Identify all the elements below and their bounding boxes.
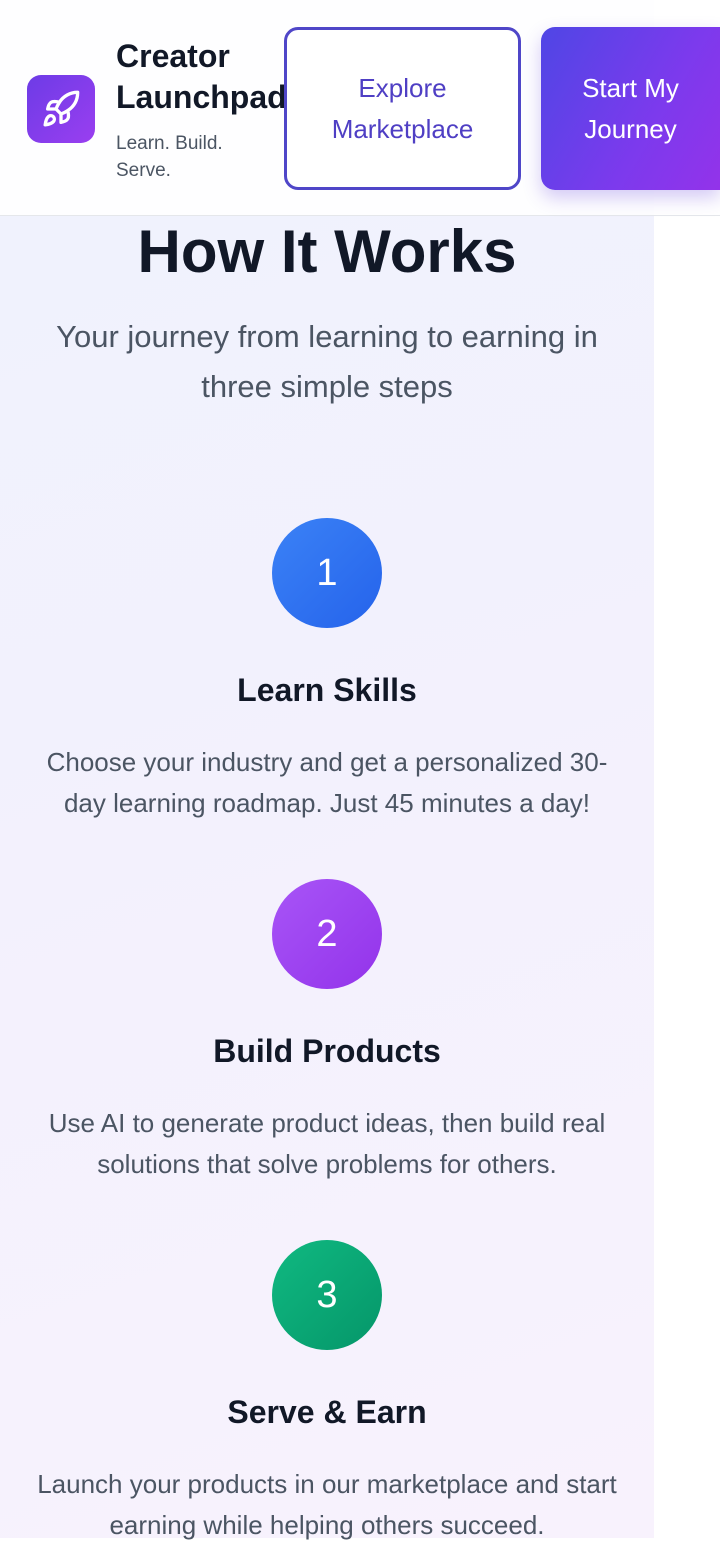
step-description: Use AI to generate product ideas, then b…	[48, 1108, 606, 1179]
brand-logo[interactable]	[27, 75, 95, 143]
step-number-badge: 1	[272, 518, 382, 628]
start-journey-button[interactable]: Start My Journey	[541, 27, 720, 190]
section-subtitle: Your journey from learning to earning in…	[56, 319, 598, 404]
step-number-badge: 2	[272, 879, 382, 989]
step-title: Build Products	[213, 1033, 441, 1069]
step-title: Learn Skills	[237, 672, 417, 708]
site-header: Creator Launchpad Learn. Build. Serve. E…	[0, 0, 720, 216]
step-description: Launch your products in our marketplace …	[37, 1469, 617, 1540]
brand-tagline: Learn. Build. Serve.	[116, 133, 223, 181]
step-number-badge: 3	[272, 1240, 382, 1350]
brand-name[interactable]: Creator Launchpad	[116, 36, 296, 118]
explore-marketplace-button[interactable]: Explore Marketplace	[284, 27, 521, 190]
section-title: How It Works	[137, 218, 517, 285]
rocket-icon	[43, 90, 80, 127]
step-title: Serve & Earn	[227, 1394, 427, 1430]
step-description: Choose your industry and get a personali…	[46, 747, 608, 818]
